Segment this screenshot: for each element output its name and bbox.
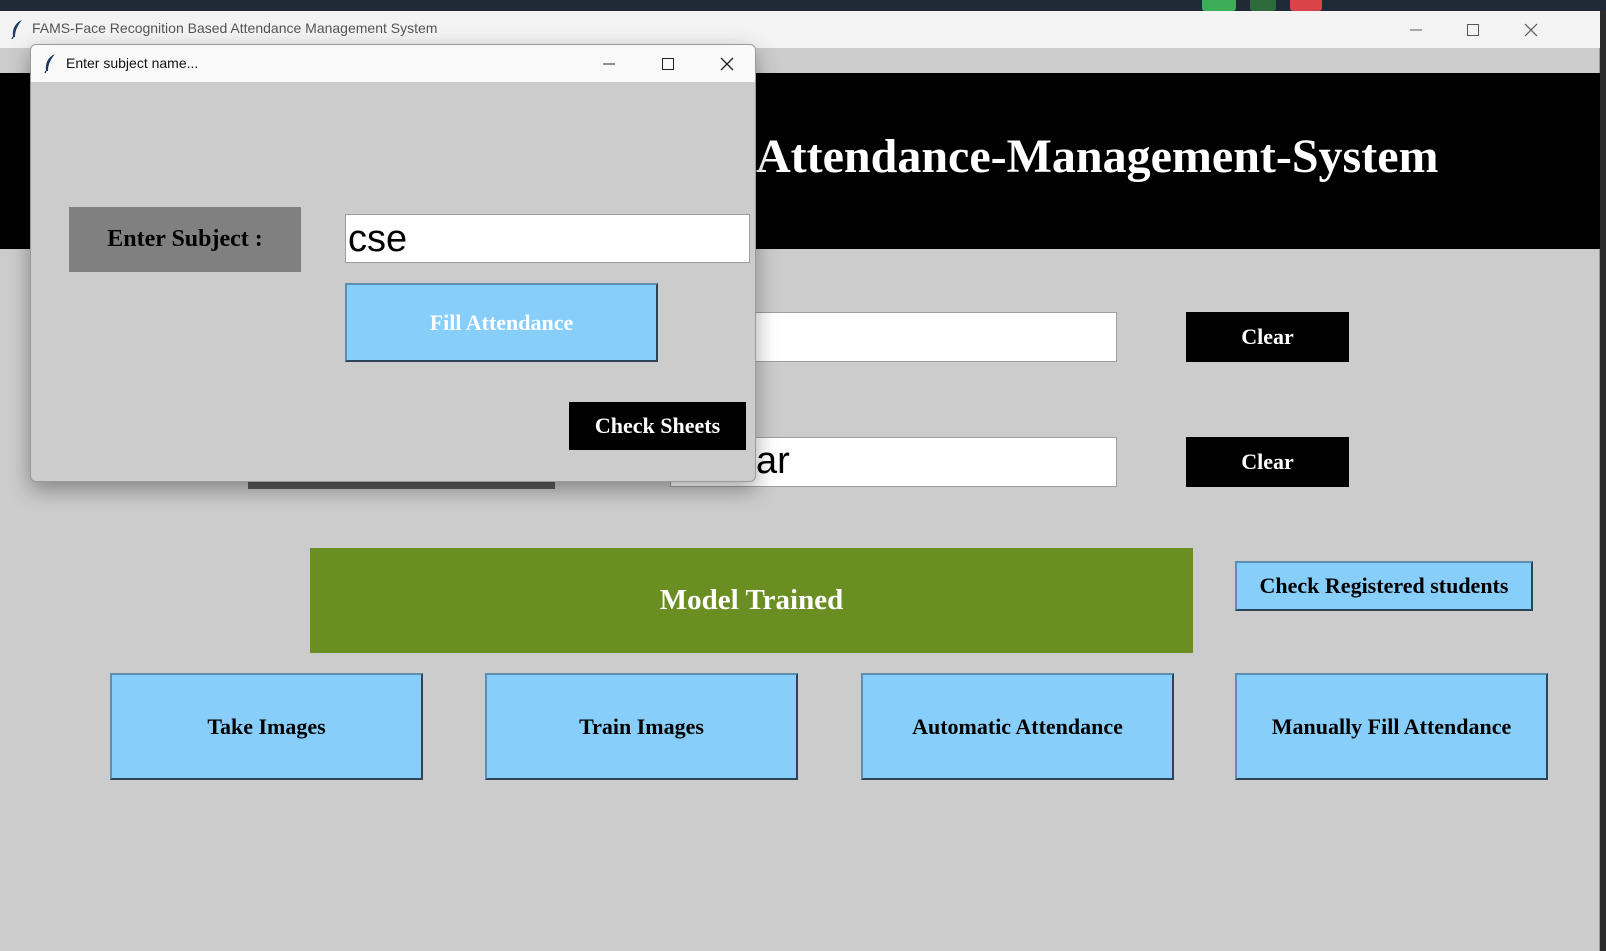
fill-attendance-button[interactable]: Fill Attendance (345, 283, 658, 362)
taskbar-green-icon[interactable] (1202, 0, 1236, 11)
main-window-title: FAMS-Face Recognition Based Attendance M… (32, 20, 438, 36)
maximize-icon (1467, 23, 1479, 36)
maximize-icon (662, 57, 674, 70)
main-titlebar: FAMS-Face Recognition Based Attendance M… (0, 11, 1600, 48)
clear-name-button[interactable]: Clear (1186, 437, 1349, 487)
subject-input[interactable]: cse (345, 214, 750, 263)
subject-label: Enter Subject : (69, 207, 301, 272)
minimize-button[interactable] (1393, 11, 1439, 48)
minimize-icon (1410, 29, 1422, 30)
dialog-close-button[interactable] (701, 45, 753, 82)
close-icon (1524, 23, 1538, 36)
check-registered-students-button[interactable]: Check Registered students (1235, 561, 1533, 611)
manually-fill-attendance-button[interactable]: Manually Fill Attendance (1235, 673, 1548, 780)
banner-title: -Attendance-Management-System (740, 130, 1439, 183)
dialog-title: Enter subject name... (66, 55, 199, 71)
subject-dialog: Enter subject name... Enter Subject : cs… (30, 44, 756, 482)
maximize-button[interactable] (1450, 11, 1496, 48)
dialog-titlebar: Enter subject name... (31, 45, 755, 82)
system-taskbar (0, 0, 1606, 11)
feather-icon (44, 54, 55, 73)
check-sheets-button[interactable]: Check Sheets (569, 402, 746, 450)
close-button[interactable] (1508, 11, 1554, 48)
taskbar-red-icon[interactable] (1290, 0, 1322, 11)
clear-enrollment-button[interactable]: Clear (1186, 312, 1349, 362)
status-message: Model Trained (310, 548, 1193, 653)
minimize-icon (603, 63, 615, 64)
dialog-maximize-button[interactable] (642, 45, 694, 82)
close-icon (720, 57, 734, 70)
take-images-button[interactable]: Take Images (110, 673, 423, 780)
feather-icon (11, 20, 22, 39)
automatic-attendance-button[interactable]: Automatic Attendance (861, 673, 1174, 780)
subject-input-value: cse (348, 218, 408, 260)
hidden-label-edge (248, 481, 555, 489)
taskbar-bug-icon[interactable] (1250, 0, 1276, 11)
dialog-minimize-button[interactable] (583, 45, 635, 82)
train-images-button[interactable]: Train Images (485, 673, 798, 780)
